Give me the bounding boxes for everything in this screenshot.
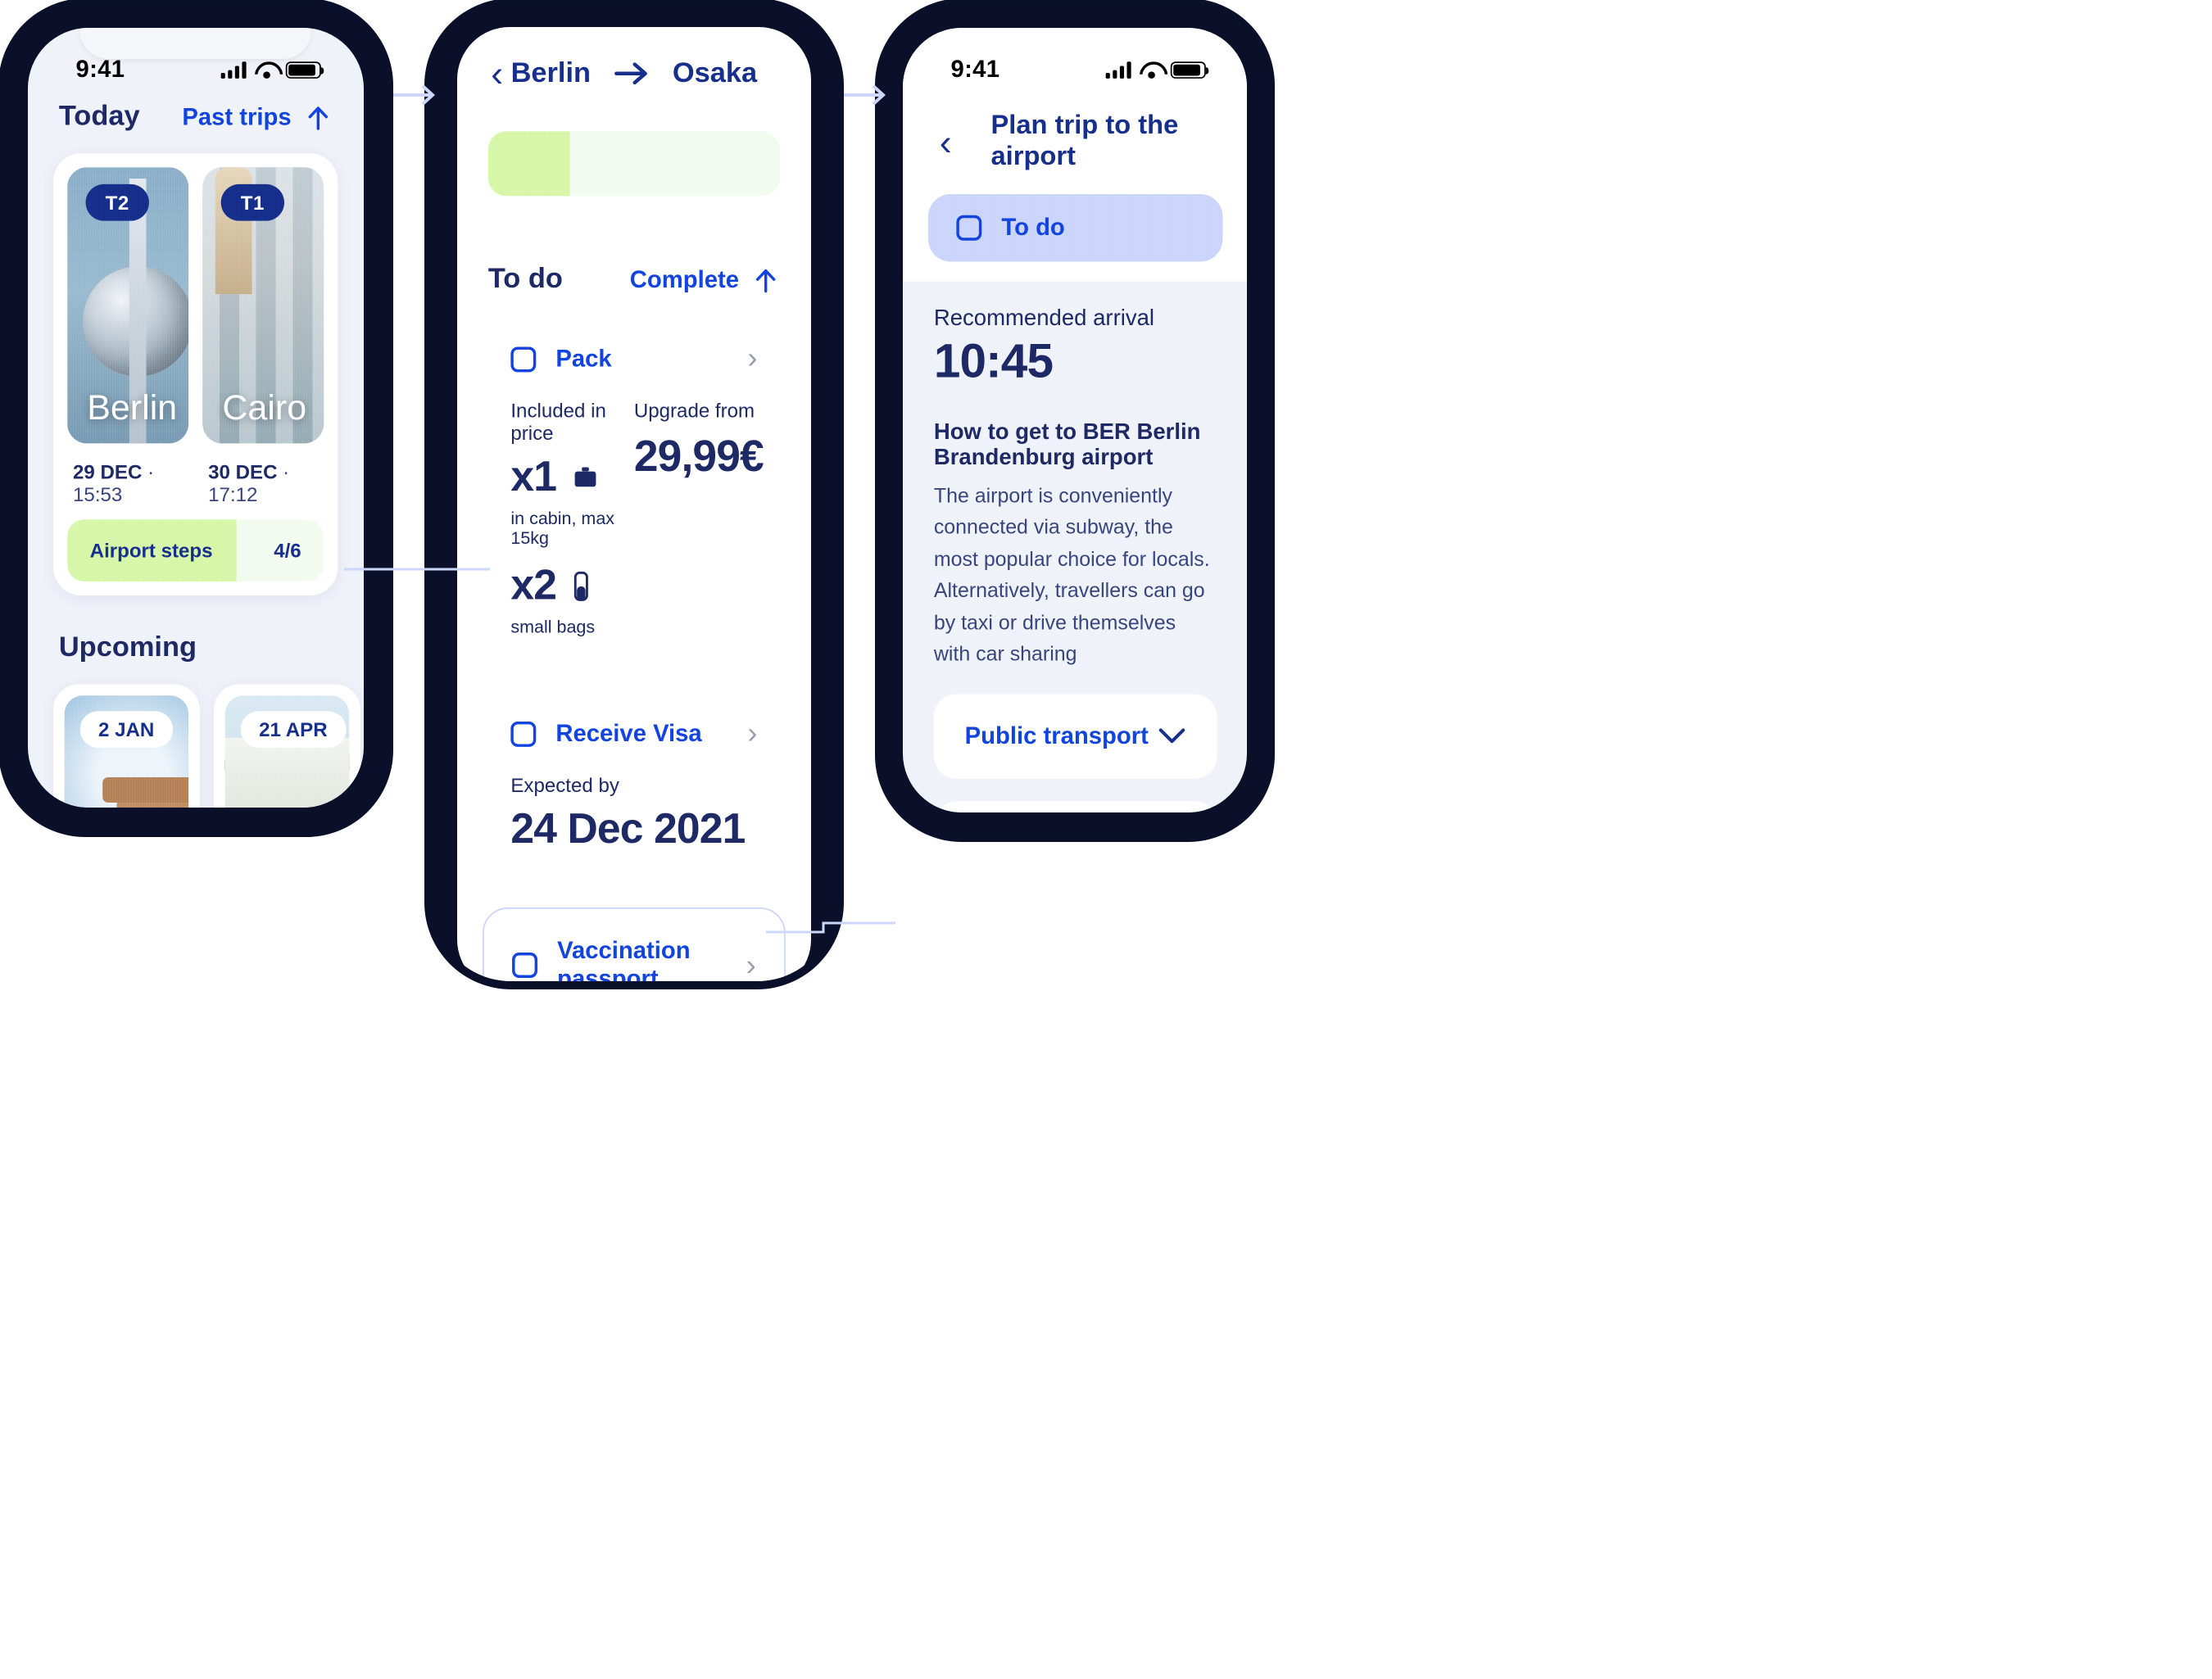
trip-city-label: Berlin [87,388,178,428]
phone-plan-trip-detail-screen: 9:41 ‹ Plan trip to the airport To do Re… [883,7,1267,834]
detail-body[interactable]: Recommended arrival 10:45 How to get to … [903,282,1247,812]
upcoming-card-osaka[interactable]: 21 APR Osaka Prep steps 2/7 [214,684,361,808]
upcoming-cards: 2 JAN Verona Prep steps 5/5 [52,684,361,808]
route-destination: Osaka [672,57,758,88]
terminal-badge: T1 [220,183,284,221]
notch [79,28,311,59]
trip-image-cairo: T1 Cairo [202,167,324,444]
today-trip-card[interactable]: T2 Berlin 29 DEC · 15:53 T1 Cairo 30 DEC… [52,153,338,596]
home-scroll[interactable]: Today Past trips T2 Berlin 29 DEC · 15:5… [28,90,363,808]
pack-cabin-sub: in cabin, max 15kg [510,509,615,549]
status-bar: 9:41 [28,28,363,90]
trip-cairo[interactable]: T1 Cairo 30 DEC · 17:12 [202,167,324,519]
airport-steps-progress[interactable]: Airport steps 4/6 [67,519,324,582]
airport-steps-count: 4/6 [274,539,301,562]
past-trips-button[interactable]: Past trips [182,103,332,131]
pack-small-sub: small bags [510,617,596,637]
accordion-label: Public transport [964,722,1149,749]
chevron-right-icon[interactable]: › [747,719,757,749]
task-title: Pack [555,344,612,372]
battery-icon [285,61,324,79]
detail-header: ‹ Plan trip to the airport [903,90,1247,172]
wifi-icon [255,61,278,79]
task-checkbox[interactable] [510,721,537,747]
arrow-right-icon [614,62,647,85]
todo-checkbox[interactable] [956,215,982,241]
complete-button[interactable]: Complete [630,266,780,294]
trip-progress-bar [487,131,780,197]
status-time: 9:41 [75,56,125,84]
todo-status-pill[interactable]: To do [927,193,1223,262]
trip-berlin[interactable]: T2 Berlin 29 DEC · 15:53 [67,167,189,519]
trip-image-berlin: T2 Berlin [67,167,189,444]
page-title: Plan trip to the airport [990,111,1179,172]
today-section-header: Today Past trips [53,90,338,153]
status-bar: 9:41 [903,28,1247,90]
terminal-badge: T2 [85,183,149,221]
task-title: Receive Visa [555,719,702,747]
past-trips-label: Past trips [182,103,292,130]
battery-icon [1170,61,1209,79]
suitcase-icon [575,467,597,487]
todo-section-header: To do Complete [483,238,786,316]
phone-trip-todo-screen: ‹ Berlin Osaka To do Complete Pack › Inc… [433,7,836,981]
arrival-time: 10:45 [933,334,1054,389]
screenshot-stage: 9:41 Today Past trips T2 Berlin 29 DEC ·… [0,0,2212,1679]
phone2-screen: ‹ Berlin Osaka To do Complete Pack › Inc… [457,27,811,981]
trip-city-label: Cairo [222,388,307,428]
phone1-screen: 9:41 Today Past trips T2 Berlin 29 DEC ·… [28,28,364,808]
pack-cabin-count: x1 [510,454,557,500]
back-button[interactable]: ‹ [940,124,968,161]
trip-header: ‹ Berlin Osaka [457,27,811,106]
upcoming-card-verona[interactable]: 2 JAN Verona Prep steps 5/5 [52,684,200,808]
back-button[interactable]: ‹ [491,55,510,92]
task-title: Vaccination passport [557,937,691,981]
upcoming-date-badge: 21 APR [240,711,346,748]
arrow-up-right-icon [308,106,329,129]
arrival-label: Recommended arrival [933,306,1155,331]
upcoming-date-badge: 2 JAN [79,711,173,748]
pack-included-label: Included in price [510,399,606,445]
chevron-down-icon [1158,728,1185,744]
status-time: 9:41 [950,56,1000,84]
signal-icon [1105,61,1131,79]
small-bag-icon [574,571,589,601]
signal-icon [220,61,247,79]
complete-label: Complete [629,265,739,293]
task-checkbox[interactable] [510,346,537,372]
chevron-right-icon[interactable]: › [746,950,756,980]
phone3-screen: 9:41 ‹ Plan trip to the airport To do Re… [903,28,1247,812]
task-card-receive-visa[interactable]: Receive Visa › Expected by 24 Dec 2021 [482,690,786,885]
visa-expected-date: 24 Dec 2021 [510,806,746,853]
pack-upgrade-price: 29,99€ [633,431,764,481]
task-card-vaccination-or-covid[interactable]: Vaccination passport › Last shot receive… [482,907,786,981]
accordion-taxi[interactable]: Taxi [933,800,1217,812]
today-title: Today [58,101,140,133]
trip-date-day: 30 DEC [208,460,278,483]
trip-date: 30 DEC · 17:12 [202,443,324,519]
howto-body: The airport is conveniently connected vi… [933,486,1210,667]
trip-image-osaka: 21 APR Osaka [224,695,350,808]
task-card-pack[interactable]: Pack › Included in price x1 in cabin, ma… [482,315,786,668]
todo-pill-label: To do [1001,214,1065,241]
trip-date: 29 DEC · 15:53 [67,443,188,519]
howto-heading: How to get to BER Berlin Brandenburg air… [933,420,1201,471]
upcoming-section-header: Upcoming [53,595,338,684]
chevron-right-icon[interactable]: › [747,344,757,373]
task-checkbox[interactable] [512,953,538,978]
trip-date-day: 29 DEC [73,460,143,483]
todo-title: To do [487,263,563,295]
phone-home-screen: 9:41 Today Past trips T2 Berlin 29 DEC ·… [7,7,385,829]
pack-small-count: x2 [510,562,557,609]
route-origin: Berlin [510,57,592,88]
accordion-public-transport[interactable]: Public transport [933,694,1217,779]
wifi-icon [1140,61,1163,79]
pack-upgrade-label: Upgrade from [633,399,755,422]
upcoming-title: Upcoming [58,631,197,663]
airport-steps-label: Airport steps [89,539,213,562]
route-title: Berlin Osaka [511,57,758,90]
arrow-up-right-icon [755,268,776,292]
visa-expected-label: Expected by [510,773,619,797]
trip-image-verona: 2 JAN Verona [64,695,189,808]
